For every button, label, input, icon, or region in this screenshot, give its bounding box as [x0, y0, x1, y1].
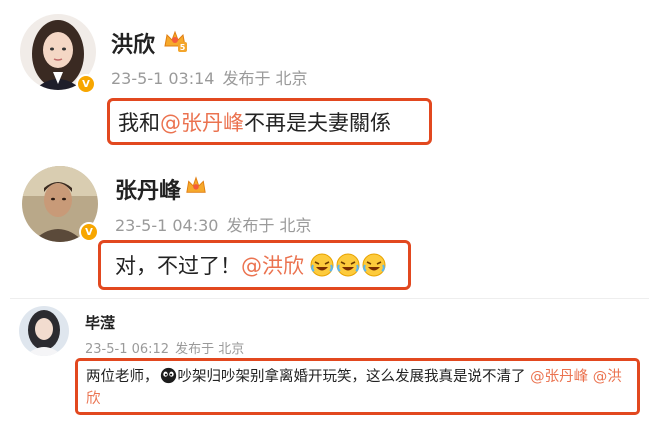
post-zhangdanfeng: V 张丹峰 23-5-1 04:30 发布于 北京 对，不过了！ @洪欣	[0, 160, 659, 295]
post-location: 发布于 北京	[222, 69, 308, 88]
laugh-cry-emoji-icon	[362, 253, 386, 277]
level-number: 5	[180, 43, 186, 52]
comment-text-before: 两位老师，	[86, 369, 159, 385]
post-meta: 23-5-1 03:14 发布于 北京	[111, 65, 316, 89]
content-text-after: 不再是夫妻關係	[244, 110, 391, 135]
username[interactable]: 毕滢	[85, 312, 115, 333]
post-date: 23-5-1 03:14	[111, 69, 215, 88]
post-meta: 23-5-1 04:30 发布于 北京	[115, 212, 320, 236]
highlighted-post-content: 我和 @张丹峰 不再是夫妻關係	[107, 98, 432, 145]
verified-badge-icon: V	[76, 74, 96, 94]
crown-level-icon	[186, 176, 206, 193]
verified-badge-icon: V	[79, 222, 99, 242]
post-date: 23-5-1 04:30	[115, 216, 219, 235]
username[interactable]: 洪欣	[111, 27, 155, 59]
comment-biying: 毕滢 23-5-1 06:12 发布于 北京 两位老师， 吵架归吵架别拿离婚开玩笑，…	[0, 300, 659, 422]
post-hongxin: V 洪欣 5 23-5-1 03:14 发布于 北京 我和 @张丹峰 不再是夫妻關係	[0, 0, 659, 160]
laugh-cry-emoji-icon	[336, 253, 360, 277]
comment-location: 发布于 北京	[175, 342, 245, 357]
highlighted-comment-content: 两位老师， 吵架归吵架别拿离婚开玩笑，这么发展我真是说不清了 @张丹峰 @洪欣	[75, 358, 640, 415]
highlighted-post-content: 对，不过了！ @洪欣	[98, 240, 411, 290]
black-face-emoji-icon	[160, 367, 176, 384]
content-text: 对，不过了！	[115, 254, 241, 278]
comment-text-middle: 吵架归吵架别拿离婚开玩笑，这么发展我真是说不清了	[177, 369, 526, 385]
mention-link[interactable]: @张丹峰	[530, 369, 588, 385]
mention-link[interactable]: @张丹峰	[160, 107, 244, 137]
post-location: 发布于 北京	[226, 216, 312, 235]
username[interactable]: 张丹峰	[115, 173, 181, 205]
mention-link[interactable]: @洪欣	[241, 250, 304, 280]
content-text-before: 我和	[118, 110, 160, 135]
avatar[interactable]	[19, 306, 69, 356]
avatar-image	[19, 306, 69, 356]
comment-meta: 23-5-1 06:12 发布于 北京	[85, 338, 252, 357]
divider	[10, 298, 649, 299]
comment-date: 23-5-1 06:12	[85, 342, 170, 357]
laugh-cry-emoji-icon	[310, 253, 334, 277]
crown-level-icon: 5	[164, 30, 187, 52]
